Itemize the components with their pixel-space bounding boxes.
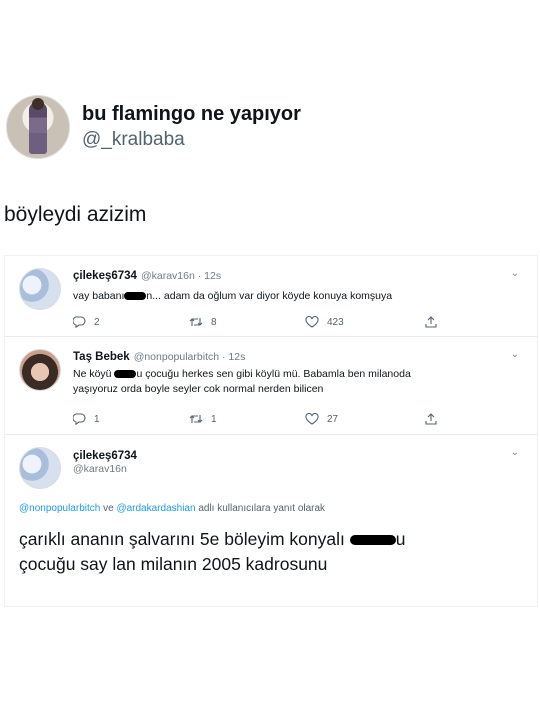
main-tweet[interactable]: çilekeş6734 @karav16n ⌄ @nonpopularbitch…	[5, 435, 537, 605]
retweet-button[interactable]: 8	[189, 316, 305, 328]
reply-context-text: adlı kullanıcılara yanıt olarak	[195, 503, 326, 514]
tweet-handle-time: @nonpopularbitch · 12s	[133, 351, 246, 363]
reply-button[interactable]: 2	[73, 316, 189, 328]
chevron-down-icon[interactable]: ⌄	[511, 349, 519, 360]
redaction-mark	[349, 535, 396, 546]
tweet-handle[interactable]: @karav16n	[73, 463, 127, 475]
tweet-author-name[interactable]: Taş Bebek	[73, 351, 130, 363]
post-header: bu flamingo ne yapıyor @_kralbaba	[6, 95, 301, 159]
tweet-author-name[interactable]: çilekeş6734	[73, 450, 137, 462]
share-icon	[425, 316, 437, 328]
mention-link[interactable]: @nonpopularbitch	[19, 503, 100, 514]
reply-button[interactable]: 1	[73, 413, 189, 425]
reply-icon	[73, 413, 86, 425]
reply-count: 2	[94, 316, 100, 328]
like-button[interactable]: 27	[305, 413, 425, 425]
retweet-icon	[189, 316, 203, 328]
tweet-header: çilekeş6734 @karav16n · 12s	[73, 270, 221, 282]
tweet-avatar[interactable]	[19, 268, 61, 310]
tweet-text-part: çarıklı ananın şalvarını 5e böleyim kony…	[19, 529, 345, 549]
tweet-text-part: u	[395, 529, 406, 549]
reply-icon	[73, 316, 86, 328]
tweet-text-line: yaşıyoruz orda boyle seyler cok normal n…	[73, 383, 324, 395]
author-handle[interactable]: @_kralbaba	[82, 128, 301, 152]
tweet-header: çilekeş6734 @karav16n	[73, 450, 137, 475]
tweet-actions: 1 1 27	[73, 413, 477, 425]
heart-icon	[305, 316, 319, 328]
redaction-mark	[124, 292, 147, 301]
like-count: 27	[327, 413, 339, 425]
tweet-text-part: n... adam da oğlum var diyor köyde konuy…	[146, 290, 393, 302]
share-button[interactable]	[425, 413, 437, 425]
post-text: böyleydi azizim	[4, 203, 147, 226]
tweet-header: Taş Bebek @nonpopularbitch · 12s	[73, 351, 245, 363]
author-display-name[interactable]: bu flamingo ne yapıyor	[82, 102, 301, 126]
tweet-text: vay babanı n... adam da oğlum var diyor k…	[73, 289, 497, 304]
tweet-text-line: çocuğu say lan milanın 2005 kadrosunu	[19, 554, 328, 574]
redaction-mark	[114, 370, 137, 379]
share-button[interactable]	[425, 316, 437, 328]
tweet-handle-time: @karav16n · 12s	[140, 270, 222, 282]
reply-count: 1	[94, 413, 100, 425]
tweet-avatar[interactable]	[19, 349, 61, 391]
share-icon	[425, 413, 437, 425]
reply-context: @nonpopularbitch ve @ardakardashian adlı…	[19, 503, 325, 514]
tweet-2[interactable]: Taş Bebek @nonpopularbitch · 12s ⌄ Ne kö…	[5, 337, 537, 433]
heart-icon	[305, 413, 319, 425]
retweet-count: 8	[211, 316, 217, 328]
tweet-actions: 2 8 423	[73, 316, 477, 328]
tweet-avatar[interactable]	[19, 447, 61, 489]
avatar[interactable]	[6, 95, 70, 159]
tweet-text-part: Ne köyü	[73, 368, 112, 380]
page: bu flamingo ne yapıyor @_kralbaba böyley…	[0, 0, 540, 702]
retweet-button[interactable]: 1	[189, 413, 305, 425]
author-names: bu flamingo ne yapıyor @_kralbaba	[82, 102, 301, 152]
main-tweet-text: çarıklı ananın şalvarını 5e böleyim kony…	[19, 527, 405, 577]
chevron-down-icon[interactable]: ⌄	[511, 447, 519, 458]
tweet-text-part: vay babanı	[73, 290, 125, 302]
embedded-screenshot: çilekeş6734 @karav16n · 12s ⌄ vay babanı…	[4, 255, 538, 607]
tweet-text-part: u çocuğu herkes sen gibi köylü mü. Babam…	[136, 368, 411, 380]
tweet-text: Ne köyü u çocuğu herkes sen gibi köylü m…	[73, 367, 497, 397]
mention-link[interactable]: @ardakardashian	[116, 503, 195, 514]
like-button[interactable]: 423	[305, 316, 425, 328]
retweet-count: 1	[211, 413, 217, 425]
reply-context-text: ve	[100, 503, 117, 514]
chevron-down-icon[interactable]: ⌄	[511, 268, 519, 279]
retweet-icon	[189, 413, 203, 425]
tweet-author-name[interactable]: çilekeş6734	[73, 270, 137, 282]
tweet-text-line: Ne köyü u çocuğu herkes sen gibi köylü m…	[73, 367, 497, 382]
tweet-1[interactable]: çilekeş6734 @karav16n · 12s ⌄ vay babanı…	[5, 256, 537, 336]
like-count: 423	[327, 316, 344, 328]
tweet-text-line: çarıklı ananın şalvarını 5e böleyim kony…	[19, 527, 405, 552]
